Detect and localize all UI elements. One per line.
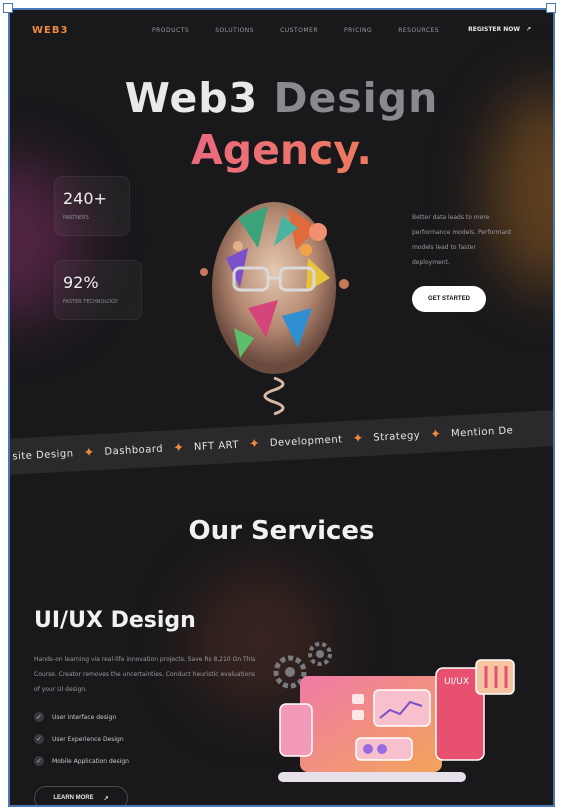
orb (300, 244, 312, 256)
page-mockup: WEB3 PRODUCTS SOLUTIONS CUSTOMER PRICING… (8, 8, 555, 807)
list-item-label: Mobile Application design (52, 757, 129, 765)
list-item: ✓ User Experience Design (34, 728, 129, 750)
orb (200, 268, 208, 276)
menu-item-customer[interactable]: CUSTOMER (280, 27, 318, 34)
ticker-item: Dashboard (104, 443, 164, 458)
ticker-item: NFT ART (193, 439, 240, 453)
selection-handle-top-left[interactable] (3, 3, 13, 13)
sparkle-icon: ✦ (429, 426, 442, 443)
hero-side-text: Better data leads to more performance mo… (412, 214, 512, 266)
ticker-item: site Design (12, 447, 74, 463)
ticker-item: Strategy (373, 429, 421, 444)
check-icon: ✓ (34, 734, 44, 744)
menu-item-pricing[interactable]: PRICING (344, 27, 372, 34)
hero-subtitle: Agency. (10, 126, 553, 174)
top-navigation: WEB3 PRODUCTS SOLUTIONS CUSTOMER PRICING… (10, 10, 553, 50)
stat-label: FASTER TECHNOLOGY (63, 299, 118, 305)
main-menu: PRODUCTS SOLUTIONS CUSTOMER PRICING RESO… (152, 27, 439, 34)
register-now-link[interactable]: REGISTER NOW ↗ (468, 26, 531, 33)
stat-card-technology: 92% FASTER TECHNOLOGY (54, 260, 142, 320)
laptop-base (278, 772, 466, 782)
gear-icon (308, 642, 332, 666)
uiux-heading: UI/UX Design (34, 608, 196, 633)
list-item: ✓ User interface design (34, 706, 129, 728)
check-icon: ✓ (34, 756, 44, 766)
stat-label: PARTNERS (63, 215, 89, 221)
learn-more-button[interactable]: LEARN MORE ↗ (34, 786, 128, 805)
orb (309, 223, 327, 241)
orb (339, 279, 349, 289)
hero-title-part1: Web3 (124, 74, 259, 122)
sparkle-icon: ✦ (352, 430, 364, 447)
screen-tile (352, 710, 364, 720)
spring-coil (263, 376, 285, 416)
orb (233, 241, 243, 251)
screen-dot (363, 744, 373, 754)
uiux-description: Hands-on learning via real-life innovati… (34, 656, 256, 693)
list-item-label: User interface design (52, 713, 117, 721)
menu-item-solutions[interactable]: SOLUTIONS (215, 27, 254, 34)
stat-value: 92% (63, 273, 99, 292)
floating-phone (279, 703, 313, 757)
check-icon: ✓ (34, 712, 44, 722)
hero-title-part2: Design (273, 74, 439, 122)
list-item: ✓ Mobile Application design (34, 750, 129, 772)
learn-more-label: LEARN MORE (53, 795, 94, 801)
menu-item-resources[interactable]: RESOURCES (398, 27, 439, 34)
ticker-item: Mention De (450, 424, 514, 440)
screen-tile (352, 694, 364, 704)
gear-icon (273, 655, 307, 689)
ticker-item: Development (269, 433, 343, 449)
brand-logo[interactable]: WEB3 (32, 25, 68, 36)
sparkle-icon: ✦ (248, 436, 261, 452)
screen-card (373, 689, 431, 727)
low-poly-head-illustration (200, 202, 349, 416)
services-heading: Our Services (188, 516, 375, 546)
selection-handle-top-right[interactable] (546, 3, 556, 13)
sparkle-icon: ✦ (83, 444, 95, 461)
menu-item-products[interactable]: PRODUCTS (152, 27, 189, 34)
arrow-up-right-icon: ↗ (525, 26, 531, 33)
register-label: REGISTER NOW (468, 26, 520, 33)
get-started-button[interactable]: GET STARTED (412, 286, 486, 312)
stat-card-partners: 240+ PARTNERS (54, 176, 130, 236)
uiux-feature-list: ✓ User interface design ✓ User Experienc… (34, 706, 129, 772)
hero-title: Web3 Design (10, 74, 553, 122)
arrow-up-right-icon: ↗ (103, 795, 109, 802)
screen-dot (377, 744, 387, 754)
list-item-label: User Experience Design (52, 735, 124, 743)
uiux-badge-text: UI/UX (444, 677, 469, 687)
uiux-laptop-illustration: UI/UX (273, 642, 515, 782)
stat-value: 240+ (63, 189, 107, 208)
sparkle-icon: ✦ (172, 440, 185, 456)
